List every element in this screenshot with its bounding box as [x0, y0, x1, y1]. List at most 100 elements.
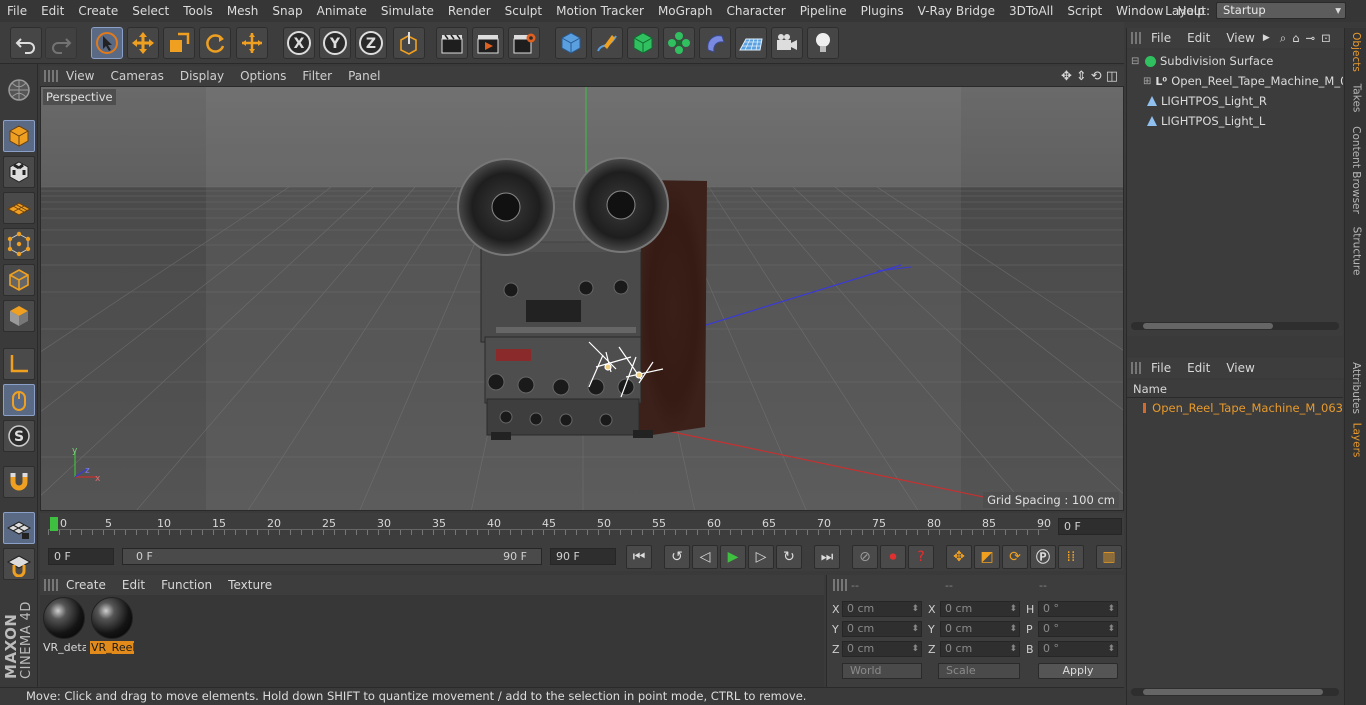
redo-button[interactable] [45, 27, 77, 59]
menu-vray-bridge[interactable]: V-Ray Bridge [911, 4, 1002, 18]
size-x-field[interactable]: 0 cm [940, 601, 1020, 617]
render-view-button[interactable] [436, 27, 468, 59]
menu-simulate[interactable]: Simulate [374, 4, 441, 18]
material-swatch[interactable]: VR_deta [42, 597, 86, 655]
perspective-viewport[interactable]: y xz Perspective Grid Spacing : 100 cm [40, 86, 1124, 511]
layers-horizontal-scrollbar[interactable] [1131, 688, 1339, 696]
live-selection-button[interactable] [91, 27, 123, 59]
edges-mode-button[interactable] [3, 264, 35, 296]
add-generator-button[interactable] [627, 27, 659, 59]
keyframe-selection-button[interactable]: ? [908, 545, 934, 569]
viewport-menu-cameras[interactable]: Cameras [102, 69, 171, 83]
objects-horizontal-scrollbar[interactable] [1131, 322, 1339, 330]
viewport-menu-display[interactable]: Display [172, 69, 232, 83]
size-y-field[interactable]: 0 cm [940, 621, 1020, 637]
rotate-tool-button[interactable] [199, 27, 231, 59]
start-frame-field[interactable]: 0 F [48, 548, 114, 565]
layers-menu-file[interactable]: File [1143, 361, 1179, 375]
layers-menu-view[interactable]: View [1218, 361, 1262, 375]
viewport-zoom-icon[interactable]: ⇕ [1076, 69, 1087, 84]
tab-attributes[interactable]: Attributes [1347, 360, 1365, 416]
add-camera-button[interactable] [771, 27, 803, 59]
add-light-button[interactable] [807, 27, 839, 59]
menu-window[interactable]: Window [1109, 4, 1170, 18]
position-z-field[interactable]: 0 cm [842, 641, 922, 657]
go-to-end-button[interactable]: ⏭ [814, 545, 840, 569]
timeline-track[interactable]: 0 5 10 15 20 25 30 35 40 45 50 55 60 65 … [48, 517, 1051, 539]
menu-create[interactable]: Create [71, 4, 125, 18]
material-swatch[interactable]: VR_Reel [90, 597, 134, 655]
add-mograph-button[interactable] [663, 27, 695, 59]
scrollbar-thumb[interactable] [1143, 323, 1273, 329]
collapse-icon[interactable]: ⊟ [1131, 56, 1141, 67]
z-axis-lock-button[interactable]: Z [355, 27, 387, 59]
objects-menu-view[interactable]: View [1218, 31, 1262, 45]
previous-key-button[interactable]: ↺ [664, 545, 690, 569]
viewport-menu-options[interactable]: Options [232, 69, 294, 83]
enable-axis-button[interactable] [3, 348, 35, 380]
add-environment-button[interactable] [735, 27, 767, 59]
new-window-icon[interactable]: ⊡ [1321, 31, 1331, 45]
next-frame-button[interactable]: ▷ [748, 545, 774, 569]
size-mode-select[interactable]: Scale [938, 663, 1020, 679]
tab-content-browser[interactable]: Content Browser [1347, 120, 1365, 220]
tab-layers[interactable]: Layers [1347, 420, 1365, 460]
render-to-picture-viewer-button[interactable] [472, 27, 504, 59]
position-y-field[interactable]: 0 cm [842, 621, 922, 637]
polygons-mode-button[interactable] [3, 300, 35, 332]
home-icon[interactable]: ⌂ [1292, 31, 1299, 45]
more-arrow-icon[interactable]: ▶ [1263, 33, 1270, 43]
coordinate-system-button[interactable] [393, 27, 425, 59]
material-menu-function[interactable]: Function [153, 578, 220, 592]
menu-file[interactable]: File [0, 4, 34, 18]
previous-frame-button[interactable]: ◁ [692, 545, 718, 569]
rotation-p-field[interactable]: 0 ° [1038, 621, 1118, 637]
play-button[interactable]: ▶ [720, 545, 746, 569]
layers-menu-edit[interactable]: Edit [1179, 361, 1218, 375]
key-pla-button[interactable]: ⁞⁞ [1058, 545, 1084, 569]
viewport-menu-panel[interactable]: Panel [340, 69, 388, 83]
viewport-menu-filter[interactable]: Filter [294, 69, 340, 83]
snap-settings-button[interactable] [3, 548, 35, 580]
menu-plugins[interactable]: Plugins [854, 4, 911, 18]
key-position-button[interactable]: ✥ [946, 545, 972, 569]
expand-icon[interactable]: ⊞ [1143, 76, 1151, 87]
search-icon[interactable]: ⌕ [1280, 31, 1286, 46]
render-settings-button[interactable] [508, 27, 540, 59]
viewport-maximize-icon[interactable]: ◫ [1106, 69, 1118, 84]
menu-render[interactable]: Render [441, 4, 498, 18]
add-spline-button[interactable] [591, 27, 623, 59]
timeline-window-button[interactable]: ▥ [1096, 545, 1122, 569]
model-mode-button[interactable] [3, 120, 35, 152]
menu-sculpt[interactable]: Sculpt [498, 4, 549, 18]
objects-menu-file[interactable]: File [1143, 31, 1179, 45]
menu-mograph[interactable]: MoGraph [651, 4, 720, 18]
workplane-mode-button[interactable] [3, 192, 35, 224]
scale-tool-button[interactable] [163, 27, 195, 59]
make-editable-button[interactable] [3, 74, 35, 106]
menu-motion-tracker[interactable]: Motion Tracker [549, 4, 651, 18]
menu-pipeline[interactable]: Pipeline [793, 4, 854, 18]
menu-mesh[interactable]: Mesh [220, 4, 266, 18]
points-mode-button[interactable] [3, 228, 35, 260]
timeline-ruler[interactable]: 0 5 10 15 20 25 30 35 40 45 50 55 60 65 … [40, 513, 1124, 543]
record-keys-button[interactable]: ⊘ [852, 545, 878, 569]
size-z-field[interactable]: 0 cm [940, 641, 1020, 657]
texture-mode-button[interactable] [3, 156, 35, 188]
coordinate-space-select[interactable]: World [842, 663, 922, 679]
layer-color-swatch[interactable] [1143, 403, 1147, 413]
material-menu-texture[interactable]: Texture [220, 578, 280, 592]
object-row[interactable]: LIGHTPOS_Light_R [1127, 91, 1343, 111]
layout-select[interactable]: Startup [1216, 2, 1346, 19]
position-x-field[interactable]: 0 cm [842, 601, 922, 617]
rotation-b-field[interactable]: 0 ° [1038, 641, 1118, 657]
menu-edit[interactable]: Edit [34, 4, 71, 18]
menu-animate[interactable]: Animate [310, 4, 374, 18]
add-cube-button[interactable] [555, 27, 587, 59]
playhead-marker[interactable] [50, 517, 58, 531]
workplane-lock-button[interactable] [3, 512, 35, 544]
scrollbar-thumb[interactable] [1143, 689, 1323, 695]
add-deformer-button[interactable] [699, 27, 731, 59]
menu-3dtoall[interactable]: 3DToAll [1002, 4, 1060, 18]
viewport-menu-view[interactable]: View [58, 69, 102, 83]
